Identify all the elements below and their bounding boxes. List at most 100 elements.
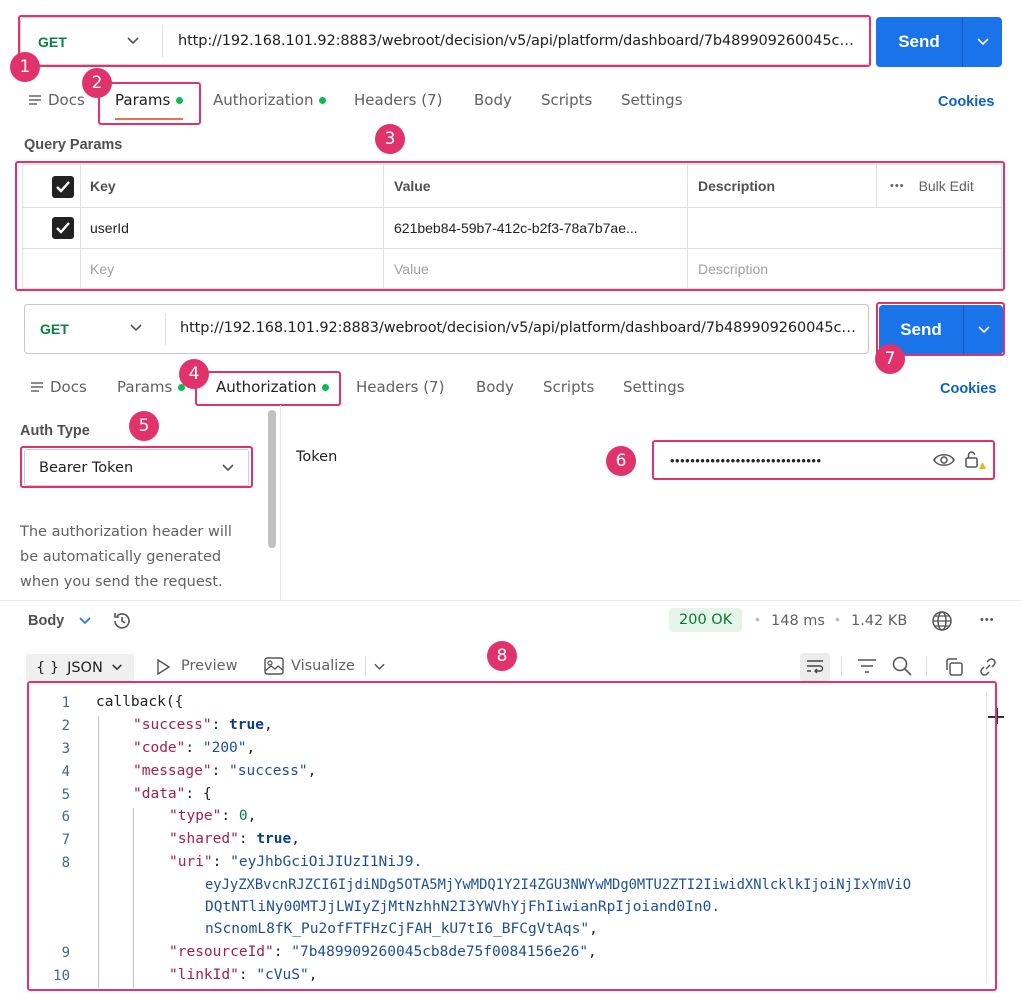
chevron-down-icon[interactable] xyxy=(221,463,235,473)
tab-params[interactable]: Params xyxy=(117,378,186,396)
chevron-down-icon[interactable] xyxy=(129,323,143,333)
response-size: 1.42 KB xyxy=(851,613,908,629)
tab-settings[interactable]: Settings xyxy=(623,378,685,396)
line-number: 10 xyxy=(53,968,70,984)
line-number: 8 xyxy=(61,855,70,871)
active-tab-underline xyxy=(115,118,183,120)
line-number: 3 xyxy=(61,741,70,757)
code-line: "success": true, xyxy=(133,717,273,733)
line-number: 6 xyxy=(61,809,70,825)
code-line: "shared": true, xyxy=(169,831,300,847)
col-header-description: Description xyxy=(698,178,776,194)
param-value[interactable]: 621beb84-59b7-412c-b2f3-78a7b7ae... xyxy=(384,208,686,248)
tab-scripts[interactable]: Scripts xyxy=(541,91,592,109)
chevron-down-icon[interactable] xyxy=(126,36,140,46)
docs-icon xyxy=(29,95,41,105)
tab-docs[interactable]: Docs xyxy=(50,378,87,396)
editor-scrollbar[interactable] xyxy=(986,692,987,984)
line-number: 9 xyxy=(61,945,70,961)
tab-body[interactable]: Body xyxy=(476,378,514,396)
more-icon: ••• xyxy=(890,180,905,192)
code-line: "code": "200", xyxy=(133,740,256,756)
method-select-1[interactable]: GET xyxy=(38,34,67,50)
line-number: 4 xyxy=(61,764,70,780)
code-line: nScnomL8fK_Pu2ofFTFHzCjFAH_kU7tI6_BFCgVt… xyxy=(205,921,598,937)
new-description-input[interactable]: Description xyxy=(688,249,768,289)
status-dot xyxy=(176,97,184,104)
send-options-button[interactable] xyxy=(963,305,1003,355)
new-value-input[interactable]: Value xyxy=(384,249,429,289)
param-row-checkbox[interactable] xyxy=(52,217,74,239)
image-icon xyxy=(264,657,284,675)
chevron-down-icon xyxy=(977,326,990,334)
auth-type-select[interactable]: Bearer Token xyxy=(24,449,249,486)
link-icon[interactable] xyxy=(978,657,998,677)
toolbar-divider xyxy=(841,656,842,676)
annotation-badge: 8 xyxy=(487,641,517,671)
row-divider xyxy=(22,248,1002,249)
toolbar-divider xyxy=(365,656,366,676)
new-key-input[interactable]: Key xyxy=(80,249,114,289)
section-divider xyxy=(0,600,1021,601)
annotation-badge: 2 xyxy=(82,68,112,98)
lock-warning-icon[interactable] xyxy=(964,450,986,470)
filter-icon[interactable] xyxy=(857,658,877,674)
url-input-1[interactable]: http://192.168.101.92:8883/webroot/decis… xyxy=(178,33,858,49)
code-line: DQtNTliNy00MTJjLWIyZjMtNzhhN2I3YWVhYjFhI… xyxy=(205,899,721,915)
tab-authorization[interactable]: Authorization xyxy=(213,91,327,109)
visualize-button[interactable]: Visualize xyxy=(291,658,355,674)
auth-help-text: The authorization header will be automat… xyxy=(20,524,232,590)
col-header-value: Value xyxy=(394,178,431,194)
tab-authorization[interactable]: Authorization xyxy=(216,378,330,396)
tab-headers[interactable]: Headers (7) xyxy=(354,91,442,109)
globe-icon[interactable] xyxy=(931,610,953,632)
cookies-link[interactable]: Cookies xyxy=(938,94,994,110)
copy-icon[interactable] xyxy=(944,657,964,677)
scrollbar[interactable] xyxy=(268,410,276,548)
param-description[interactable] xyxy=(688,208,698,248)
preview-button[interactable]: Preview xyxy=(181,658,237,674)
send-label: Send xyxy=(898,32,940,51)
query-params-title: Query Params xyxy=(24,137,123,153)
url-input-2[interactable]: http://192.168.101.92:8883/webroot/decis… xyxy=(180,320,858,336)
auth-type-label: Auth Type xyxy=(20,423,90,439)
line-number: 2 xyxy=(61,718,70,734)
col-divider xyxy=(876,164,877,208)
cookies-link[interactable]: Cookies xyxy=(940,381,996,397)
separator-dot: • xyxy=(835,611,840,627)
annotation-badge: 7 xyxy=(875,344,905,374)
status-dot xyxy=(322,384,330,391)
tab-params[interactable]: Params xyxy=(115,91,184,109)
annotation-badge: 4 xyxy=(179,359,209,389)
line-number: 1 xyxy=(61,695,70,711)
code-line: "data": { xyxy=(133,786,212,802)
tab-headers[interactable]: Headers (7) xyxy=(356,378,444,396)
code-line: "uri": "eyJhbGciOiJIUzI1NiJ9. xyxy=(169,854,423,870)
send-button-1[interactable]: Send xyxy=(876,17,1002,67)
send-options-button[interactable] xyxy=(962,17,1002,67)
method-select-2[interactable]: GET xyxy=(40,321,69,337)
annotation-badge: 1 xyxy=(10,52,40,82)
bulk-edit-button[interactable]: ••• Bulk Edit xyxy=(880,165,974,207)
history-icon[interactable] xyxy=(112,611,132,631)
tab-body[interactable]: Body xyxy=(474,91,512,109)
format-select[interactable]: { } JSON xyxy=(26,654,134,681)
chevron-down-icon xyxy=(976,38,989,46)
cursor-mark xyxy=(996,708,998,724)
tab-settings[interactable]: Settings xyxy=(621,91,683,109)
annotation-badge: 6 xyxy=(606,446,636,476)
chevron-down-icon[interactable] xyxy=(78,616,92,626)
tab-docs[interactable]: Docs xyxy=(48,91,85,109)
toolbar-divider xyxy=(926,656,927,676)
response-body-label[interactable]: Body xyxy=(28,613,64,629)
chevron-down-icon[interactable] xyxy=(373,662,386,672)
select-all-checkbox[interactable] xyxy=(52,176,74,198)
chevron-down-icon xyxy=(111,664,122,671)
search-icon[interactable] xyxy=(892,656,912,676)
code-line: "message": "success", xyxy=(133,763,317,779)
tab-scripts[interactable]: Scripts xyxy=(543,378,594,396)
more-icon[interactable]: ••• xyxy=(980,614,995,626)
param-key[interactable]: userId xyxy=(80,208,129,248)
code-line: "linkId": "cVuS", xyxy=(169,967,318,983)
eye-icon[interactable] xyxy=(933,452,955,468)
